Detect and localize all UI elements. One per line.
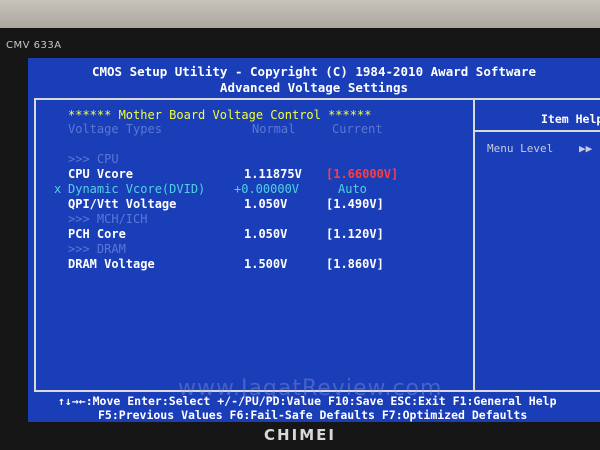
setting-pch-core[interactable]: PCH Core 1.050V [1.120V] (36, 227, 473, 242)
setting-label: QPI/Vtt Voltage (68, 197, 177, 211)
current-value[interactable]: [1.120V] (326, 227, 384, 242)
header-copyright: CMOS Setup Utility - Copyright (C) 1984-… (91, 64, 536, 79)
setting-label: CPU Vcore (68, 167, 134, 181)
normal-value: +0.00000V (234, 182, 300, 196)
current-value[interactable]: [1.860V] (326, 257, 384, 272)
setting-label: DRAM Voltage (68, 257, 155, 271)
setting-cpu-vcore[interactable]: CPU Vcore 1.11875V [1.66000V] (36, 167, 473, 182)
key-help-footer: ↑↓→←:Move Enter:Select +/-/PU/PD:Value F… (28, 392, 600, 422)
column-headers: Voltage Types Normal Current (36, 122, 473, 137)
setting-label: PCH Core (68, 227, 126, 241)
footer-keys-line2: F5:Previous Values F6:Fail-Safe Defaults… (98, 408, 528, 422)
item-help-panel: Item Help Menu Level ▶▶ (473, 98, 600, 392)
section-title: ****** Mother Board Voltage Control ****… (68, 108, 372, 122)
menu-level-arrows-icon: ▶▶ (579, 142, 593, 155)
group-cpu: >>> CPU (68, 152, 119, 166)
setting-dram-voltage[interactable]: DRAM Voltage 1.500V [1.860V] (36, 257, 473, 272)
current-value[interactable]: [1.490V] (326, 197, 384, 212)
normal-value: 1.050V (244, 197, 288, 211)
voltage-settings-panel: ****** Mother Board Voltage Control ****… (34, 98, 473, 392)
menu-level-label: Menu Level (487, 142, 554, 155)
current-value: Auto (338, 182, 367, 196)
monitor-brand-logo: CHIMEI (264, 426, 336, 444)
group-dram: >>> DRAM (68, 242, 126, 256)
disabled-marker: x (54, 182, 62, 196)
normal-value: 1.11875V (244, 167, 302, 181)
monitor-model-label: CMV 633A (6, 40, 62, 51)
col-voltage-types: Voltage Types (68, 122, 162, 136)
help-divider (475, 130, 600, 132)
page-title: Advanced Voltage Settings (219, 80, 409, 95)
current-value[interactable]: [1.66000V] (326, 167, 398, 182)
col-current: Current (332, 122, 383, 136)
bios-screen: CMOS Setup Utility - Copyright (C) 1984-… (28, 58, 600, 422)
normal-value: 1.050V (244, 227, 288, 241)
group-mch-ich: >>> MCH/ICH (68, 212, 148, 226)
col-normal: Normal (252, 122, 296, 136)
normal-value: 1.500V (244, 257, 288, 271)
bios-header: CMOS Setup Utility - Copyright (C) 1984-… (28, 64, 600, 96)
setting-qpi-vtt-voltage[interactable]: QPI/Vtt Voltage 1.050V [1.490V] (36, 197, 473, 212)
help-title: Item Help (541, 112, 600, 126)
footer-keys-line1: ↑↓→←:Move Enter:Select +/-/PU/PD:Value F… (58, 394, 557, 408)
setting-label: Dynamic Vcore(DVID) (68, 182, 206, 196)
setting-dynamic-vcore: x Dynamic Vcore(DVID) +0.00000V Auto (36, 182, 473, 197)
